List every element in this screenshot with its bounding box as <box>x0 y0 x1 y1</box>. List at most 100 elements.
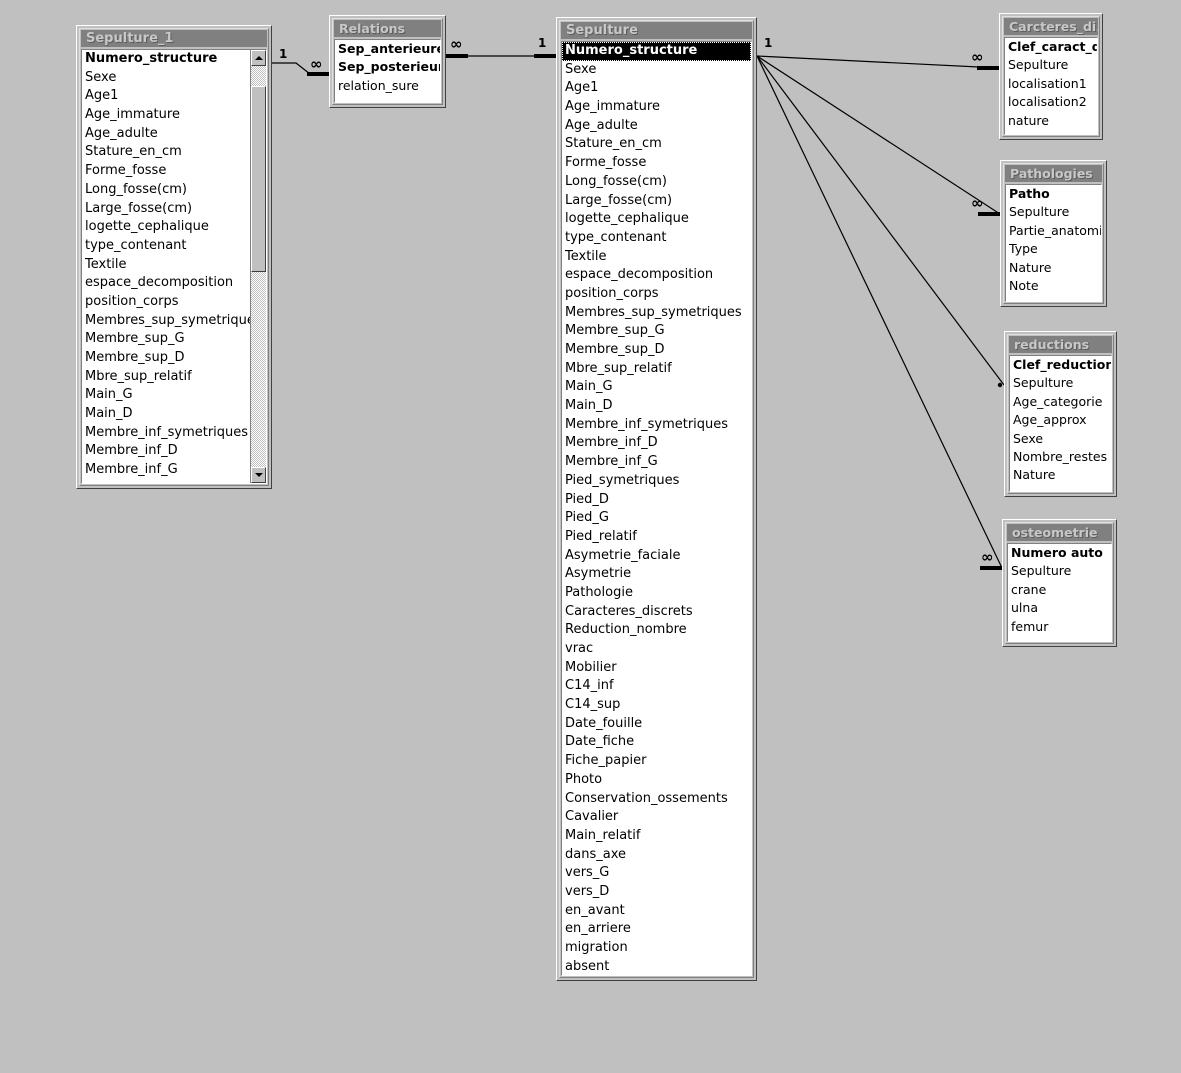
field-row[interactable]: Membre_inf_G <box>82 461 250 480</box>
table-title-pathologies[interactable]: Pathologies <box>1005 165 1102 182</box>
field-row[interactable]: Stature_en_cm <box>562 135 751 154</box>
field-row-primary-key[interactable]: Patho <box>1006 185 1101 203</box>
field-row[interactable]: Age_immature <box>562 98 751 117</box>
field-row[interactable]: Main_G <box>562 378 751 397</box>
field-row[interactable]: Pied_D <box>562 491 751 510</box>
field-row[interactable]: Sepulture <box>1006 203 1101 221</box>
vertical-scrollbar[interactable] <box>250 50 266 483</box>
table-window-caracteres_discrets[interactable]: Carcteres_di... Clef_caract_discrSepultur… <box>999 13 1103 140</box>
field-row[interactable]: Mobilier <box>562 659 751 678</box>
field-row[interactable]: Membre_inf_symetriques <box>562 416 751 435</box>
scroll-up-arrow-icon[interactable] <box>251 50 266 66</box>
field-row[interactable]: Age_adulte <box>562 117 751 136</box>
field-row[interactable]: Age1 <box>82 87 250 106</box>
field-row[interactable]: Textile <box>82 256 250 275</box>
field-row[interactable]: femur <box>1008 618 1111 636</box>
field-row[interactable]: Main_D <box>562 397 751 416</box>
table-window-sepulture_1[interactable]: Sepulture_1 Numero_structure Sexe Age1 Age_i… <box>76 25 272 489</box>
field-row-primary-key[interactable]: Numero auto <box>1008 544 1111 562</box>
field-row[interactable]: en_arriere <box>562 920 751 939</box>
field-list[interactable]: Numero auto Sepulture crane ulna femur <box>1008 544 1111 641</box>
field-list[interactable]: Numero_structure Sexe Age1 Age_immature Age_… <box>562 42 751 975</box>
field-row[interactable]: Membre_sup_D <box>82 349 250 368</box>
field-row[interactable]: vers_G <box>562 864 751 883</box>
field-row[interactable]: Stature_en_cm <box>82 143 250 162</box>
field-row[interactable]: position_corps <box>82 293 250 312</box>
field-row[interactable]: espace_decomposition <box>82 274 250 293</box>
field-row[interactable]: C14_inf <box>562 677 751 696</box>
field-row[interactable]: Photo <box>562 771 751 790</box>
relationship-line-sepulture-pathologies[interactable] <box>756 55 1001 215</box>
field-row[interactable]: localisation1 <box>1005 75 1097 93</box>
table-title-osteometrie[interactable]: osteometrie <box>1007 524 1112 541</box>
scroll-down-arrow-icon[interactable] <box>251 467 266 483</box>
field-row[interactable]: espace_decomposition <box>562 266 751 285</box>
field-row[interactable]: migration <box>562 939 751 958</box>
table-window-reductions[interactable]: reductions Clef_reduction Sepulture Age_cat… <box>1004 331 1117 497</box>
field-row[interactable]: Large_fosse(cm) <box>82 200 250 219</box>
field-row[interactable]: Age_adulte <box>82 125 250 144</box>
field-row[interactable]: Asymetrie_faciale <box>562 547 751 566</box>
table-title-caracteres_discrets[interactable]: Carcteres_di... <box>1004 18 1098 35</box>
field-row[interactable]: Age_immature <box>82 106 250 125</box>
scrollbar-thumb[interactable] <box>251 86 266 272</box>
field-row[interactable]: Cavalier <box>562 808 751 827</box>
field-list[interactable]: Clef_caract_discrSepulturelocalisation1l… <box>1005 38 1097 134</box>
field-row[interactable]: Reduction_nombre <box>562 621 751 640</box>
field-row[interactable]: Date_fouille <box>562 715 751 734</box>
field-row[interactable]: Membre_sup_D <box>562 341 751 360</box>
field-row[interactable]: Fiche_papier <box>562 752 751 771</box>
field-row[interactable]: Membre_inf_G <box>562 453 751 472</box>
table-title-sepulture[interactable]: Sepulture <box>561 22 752 39</box>
field-row[interactable]: Asymetrie <box>562 565 751 584</box>
field-row[interactable]: Partie_anatomiqu <box>1006 222 1101 240</box>
field-list[interactable]: Sep_anterieureSep_posterieurerelation_su… <box>335 40 440 102</box>
field-row[interactable]: localisation2 <box>1005 93 1097 111</box>
field-row[interactable]: Pied_symetriques <box>562 472 751 491</box>
field-row[interactable]: Main_D <box>82 405 250 424</box>
field-row[interactable]: Date_fiche <box>562 733 751 752</box>
relationships-canvas[interactable]: 1 ∞ ∞ 1 1 ∞ ∞ ∞ Sepulture_1 Numero_structure Sexe… <box>0 0 1181 1073</box>
field-row[interactable]: Forme_fosse <box>82 162 250 181</box>
field-row[interactable]: Nature <box>1010 466 1111 484</box>
field-row[interactable]: type_contenant <box>82 237 250 256</box>
field-list[interactable]: Clef_reduction Sepulture Age_categorie Age_… <box>1010 356 1111 491</box>
table-title-relations[interactable]: Relations <box>334 20 441 37</box>
field-row-primary-key[interactable]: Sep_anterieure <box>335 40 440 58</box>
field-row[interactable]: Age_categorie <box>1010 393 1111 411</box>
field-row[interactable]: Sepulture <box>1005 56 1097 74</box>
field-row[interactable]: Nature <box>1006 259 1101 277</box>
field-row[interactable]: position_corps <box>562 285 751 304</box>
table-window-pathologies[interactable]: Pathologies PathoSepulturePartie_anatomiq… <box>1000 160 1107 307</box>
field-row[interactable]: Sexe <box>562 61 751 80</box>
field-row[interactable]: Sexe <box>1010 430 1111 448</box>
field-list[interactable]: PathoSepulturePartie_anatomiquTypeNature… <box>1006 185 1101 301</box>
field-row[interactable]: en_avant <box>562 902 751 921</box>
field-row[interactable]: Caracteres_discrets <box>562 603 751 622</box>
field-row[interactable]: Membres_sup_symetriques <box>562 304 751 323</box>
relationship-line-sepulture-caracteres[interactable] <box>756 55 1000 69</box>
field-row[interactable]: Membre_sup_G <box>82 330 250 349</box>
field-row[interactable]: ulna <box>1008 599 1111 617</box>
field-row[interactable]: Main_relatif <box>562 827 751 846</box>
field-row[interactable]: Type <box>1006 240 1101 258</box>
relationship-line-sepulture-reductions[interactable] <box>756 55 1005 386</box>
field-row[interactable]: Sepulture <box>1008 562 1111 580</box>
field-row[interactable]: logette_cephalique <box>562 210 751 229</box>
relationship-line-sepulture-osteometrie[interactable] <box>756 55 1003 569</box>
field-row-primary-key[interactable]: Numero_structure <box>82 50 250 69</box>
field-row-primary-key[interactable]: Numero_structure <box>562 42 751 61</box>
field-row-primary-key[interactable]: Sep_posterieure <box>335 58 440 76</box>
field-row[interactable]: dans_axe <box>562 846 751 865</box>
table-title-sepulture_1[interactable]: Sepulture_1 <box>81 30 267 47</box>
field-row[interactable]: C14_sup <box>562 696 751 715</box>
field-row[interactable]: Membre_sup_G <box>562 322 751 341</box>
field-row[interactable]: Membre_inf_D <box>562 434 751 453</box>
field-row[interactable]: Forme_fosse <box>562 154 751 173</box>
field-row[interactable]: Note <box>1006 277 1101 295</box>
field-row[interactable]: Conservation_ossements <box>562 790 751 809</box>
field-row[interactable]: Mbre_sup_relatif <box>82 368 250 387</box>
field-row[interactable]: vrac <box>562 640 751 659</box>
field-row[interactable]: Long_fosse(cm) <box>82 181 250 200</box>
field-row[interactable]: absent <box>562 958 751 975</box>
